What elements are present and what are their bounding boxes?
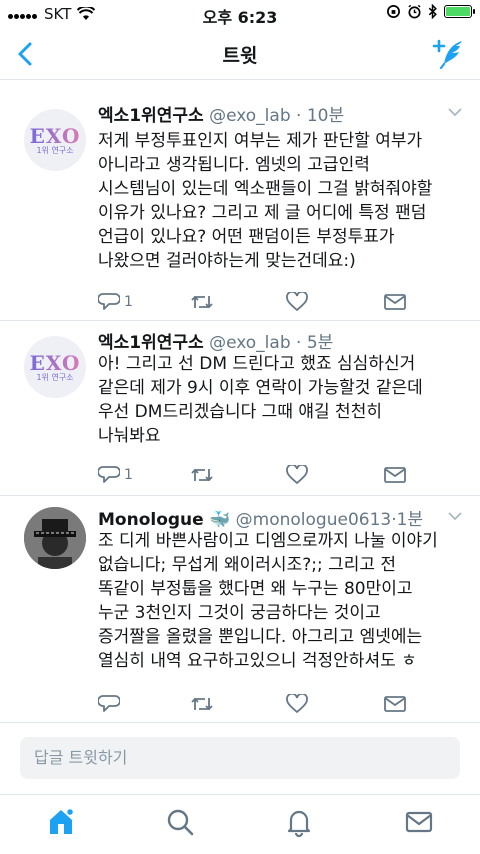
nav-bar: 트윗 (0, 28, 480, 80)
rotation-lock-icon (387, 5, 400, 18)
tweet-header: Monologue 🐳 @monologue0613·1분 (98, 510, 424, 530)
reply-button[interactable]: 1 (98, 463, 133, 487)
tweet-1[interactable]: EXO 1위 연구소 엑소1위연구소 @exo_lab · 10분 저게 부정투… (0, 81, 480, 321)
direct-message-button[interactable] (384, 463, 406, 487)
tweet-text: 아! 그리고 선 DM 드린다고 했죠 심심하신거 같은데 제가 9시 이후 연… (98, 352, 468, 448)
status-right (386, 4, 475, 19)
tweet-line: 아니라고 생각됩니다. 엠넷의 고급인력 (98, 155, 370, 175)
tweet-time: 5분 (306, 333, 334, 353)
reply-icon (98, 466, 120, 483)
whale-emoji: 🐳 (209, 510, 231, 530)
tweet-line: 언급이 있나요? 어떤 팬덤이든 부정투표가 (98, 227, 395, 247)
home-icon[interactable] (46, 807, 76, 837)
avatar-logo-subtext: 1위 연구소 (36, 145, 74, 155)
envelope-icon (384, 467, 406, 483)
retweet-button[interactable] (190, 692, 214, 716)
status-bar: SKT 오후 6:23 (0, 0, 480, 28)
tweet-line: 조 디게 바쁜사람이고 디엠으로까지 나눌 이야기 (98, 531, 438, 551)
like-button[interactable] (286, 290, 308, 314)
tweet-line: 같은데 제가 9시 이후 연락이 가능할것 같은데 (98, 378, 423, 398)
tweet-time: 10분 (306, 106, 345, 126)
direct-message-button[interactable] (384, 290, 406, 314)
tweet-line: 나눠봐요 (98, 426, 161, 446)
tweet-header: 엑소1위연구소 @exo_lab · 10분 (98, 106, 345, 126)
avatar[interactable]: EXO 1위 연구소 (24, 109, 86, 171)
heart-icon (286, 465, 308, 485)
reply-count: 1 (124, 467, 133, 483)
envelope-icon (384, 294, 406, 310)
tweet-line: 증거짤을 올렸을 뿐입니다. 아그리고 엠넷에는 (98, 627, 423, 647)
display-name[interactable]: 엑소1위연구소 (98, 333, 204, 353)
chevron-down-icon[interactable] (448, 511, 462, 521)
reply-button[interactable] (98, 692, 120, 716)
display-name[interactable]: Monologue (98, 510, 204, 530)
tweet-line: 저게 부정투표인지 여부는 제가 판단할 여부가 (98, 131, 423, 151)
tweet-line: 나왔으면 걸러야하는게 맞는건데요:) (98, 251, 356, 271)
tweet-line: 누군 3천인지 그것이 궁금하다는 것이고 (98, 603, 381, 623)
tweet-line: 이유가 있나요? 그리고 제 글 어디에 특정 팬덤 (98, 203, 427, 223)
tweet-actions (98, 692, 428, 716)
tweet-actions: 1 (98, 290, 428, 314)
reply-count: 1 (124, 294, 133, 310)
direct-message-button[interactable] (384, 692, 406, 716)
reply-button[interactable]: 1 (98, 290, 133, 314)
battery-icon (444, 5, 475, 18)
avatar-logo-subtext: 1위 연구소 (36, 372, 74, 382)
heart-icon (286, 292, 308, 312)
page-title: 트윗 (222, 45, 258, 67)
display-name[interactable]: 엑소1위연구소 (98, 106, 204, 126)
tweet-time: 1분 (396, 510, 424, 530)
notifications-icon[interactable] (284, 807, 314, 837)
like-button[interactable] (286, 692, 308, 716)
user-handle: @exo_lab (209, 333, 291, 353)
like-button[interactable] (286, 463, 308, 487)
user-handle: @exo_lab (209, 106, 291, 126)
avatar[interactable] (24, 507, 86, 569)
reply-bar: 답글 트윗하기 (0, 722, 480, 794)
tweet-text: 조 디게 바쁜사람이고 디엠으로까지 나눌 이야기 없습니다; 무섭게 왜이러시… (98, 529, 468, 673)
heart-icon (286, 694, 308, 714)
tweet-2[interactable]: EXO 1위 연구소 엑소1위연구소 @exo_lab · 5분 아! 그리고 … (0, 322, 480, 496)
reply-icon (98, 695, 120, 712)
retweet-icon (191, 697, 213, 711)
tweet-line: 아! 그리고 선 DM 드린다고 했죠 심심하신거 (98, 354, 416, 374)
tab-bar (0, 794, 480, 854)
tweet-line: 똑같이 부정툽을 했다면 왜 누구는 80만이고 (98, 579, 413, 599)
retweet-button[interactable] (190, 290, 214, 314)
compose-tweet-icon[interactable] (432, 38, 466, 70)
reply-input[interactable]: 답글 트윗하기 (20, 737, 460, 779)
retweet-button[interactable] (190, 463, 214, 487)
search-icon[interactable] (165, 807, 195, 837)
tweet-actions: 1 (98, 463, 428, 487)
retweet-icon (191, 468, 213, 482)
tweet-header: 엑소1위연구소 @exo_lab · 5분 (98, 333, 334, 353)
tweet-line: 열심히 내역 요구하고있으니 걱정안하셔도 ㅎ (98, 651, 417, 671)
reply-icon (98, 293, 120, 310)
alarm-icon (408, 4, 421, 19)
tweet-3[interactable]: Monologue 🐳 @monologue0613·1분 조 디게 바쁜사람이… (0, 497, 480, 721)
tweet-line: 없습니다; 무섭게 왜이러시조?;; 그리고 전 (98, 555, 397, 575)
tweet-line: 시스템님이 있는데 엑소팬들이 그걸 밝혀줘야할 (98, 179, 433, 199)
profile-photo (24, 507, 86, 569)
avatar-logo-text: EXO (29, 123, 81, 148)
tweet-text: 저게 부정투표인지 여부는 제가 판단할 여부가 아니라고 생각됩니다. 엠넷의… (98, 129, 468, 273)
avatar-logo-text: EXO (29, 350, 81, 375)
tweet-line: 우선 DM드리겠습니다 그때 얘길 천천히 (98, 402, 382, 422)
envelope-icon (384, 696, 406, 712)
user-handle: @monologue0613 (235, 510, 392, 530)
bluetooth-icon (428, 4, 437, 19)
chevron-down-icon[interactable] (448, 107, 462, 117)
messages-icon[interactable] (404, 807, 434, 837)
retweet-icon (191, 295, 213, 309)
avatar[interactable]: EXO 1위 연구소 (24, 336, 86, 398)
